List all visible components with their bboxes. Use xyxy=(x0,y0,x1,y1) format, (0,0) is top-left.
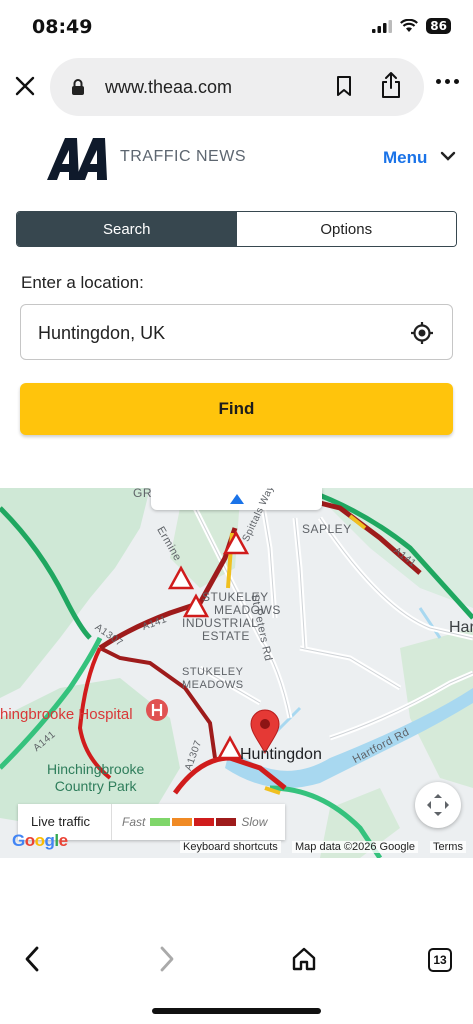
locate-me-icon[interactable] xyxy=(410,321,434,345)
map-label-sapley: SAPLEY xyxy=(302,522,352,536)
site-header: TRAFFIC NEWS Menu xyxy=(0,130,473,190)
section-title: TRAFFIC NEWS xyxy=(120,148,246,165)
back-icon[interactable] xyxy=(22,944,42,974)
map-label-hospital: hingbrooke Hospital xyxy=(0,706,133,723)
legend-slow: Slow xyxy=(241,815,268,829)
location-value: Huntingdon, UK xyxy=(38,323,166,343)
legend-bar-slow xyxy=(194,818,215,826)
wifi-icon xyxy=(400,19,419,32)
battery-indicator: 86 xyxy=(426,18,451,34)
tab-search[interactable]: Search xyxy=(17,212,237,246)
status-icons: 86 xyxy=(372,18,451,34)
close-icon xyxy=(15,76,35,96)
legend-bar-very-slow xyxy=(216,818,237,826)
signal-icon xyxy=(372,19,393,33)
search-tabs: Search Options xyxy=(16,211,457,247)
more-options-button[interactable] xyxy=(436,79,459,84)
traffic-map[interactable]: GR SAPLEY STUKELEY MEADOWS INDUSTRIAL ES… xyxy=(0,488,473,858)
aa-logo[interactable] xyxy=(47,136,109,182)
browser-toolbar: 13 xyxy=(0,934,473,988)
url-text: www.theaa.com xyxy=(105,77,233,97)
lock-icon xyxy=(72,79,84,95)
legend-fast: Fast xyxy=(122,815,146,829)
close-button[interactable] xyxy=(10,71,40,101)
keyboard-shortcuts-link[interactable]: Keyboard shortcuts xyxy=(180,841,281,853)
map-label-hartford: Hartfor xyxy=(449,619,473,636)
map-label-country-park: Hinchingbrooke Country Park xyxy=(47,761,145,794)
address-bar[interactable]: www.theaa.com xyxy=(50,58,424,116)
location-label: Enter a location: xyxy=(21,273,144,292)
map-collapse-tab[interactable] xyxy=(151,488,322,510)
legend-bar-medium xyxy=(172,818,193,826)
legend-bar-fast xyxy=(150,818,171,826)
map-label-stukeley-meadows: STUKELEY MEADOWS xyxy=(182,666,244,691)
home-indicator xyxy=(152,1008,321,1014)
menu-link[interactable]: Menu xyxy=(383,148,427,168)
share-icon[interactable] xyxy=(380,71,402,99)
find-button[interactable]: Find xyxy=(20,383,453,435)
home-icon[interactable] xyxy=(291,946,317,972)
bookmark-icon[interactable] xyxy=(336,75,352,97)
map-data-attribution: Map data ©2026 Google xyxy=(292,841,419,853)
legend-color-bars xyxy=(150,818,237,826)
tabs-count-button[interactable]: 13 xyxy=(428,948,452,972)
google-logo: Google xyxy=(12,831,68,850)
move-arrows-icon xyxy=(427,794,449,816)
triangle-up-icon xyxy=(229,494,244,504)
map-label-huntingdon: Huntingdon xyxy=(240,746,322,763)
forward-icon[interactable] xyxy=(157,944,177,974)
chevron-down-icon[interactable] xyxy=(440,150,456,162)
location-input[interactable]: Huntingdon, UK xyxy=(20,304,453,360)
recenter-button[interactable] xyxy=(415,782,461,828)
tab-options[interactable]: Options xyxy=(236,212,456,246)
browser-bar: www.theaa.com xyxy=(0,55,473,120)
status-time: 08:49 xyxy=(32,16,93,38)
map-label-gr: GR xyxy=(133,488,152,500)
status-bar: 08:49 86 xyxy=(0,0,473,50)
terms-link[interactable]: Terms xyxy=(430,841,466,853)
